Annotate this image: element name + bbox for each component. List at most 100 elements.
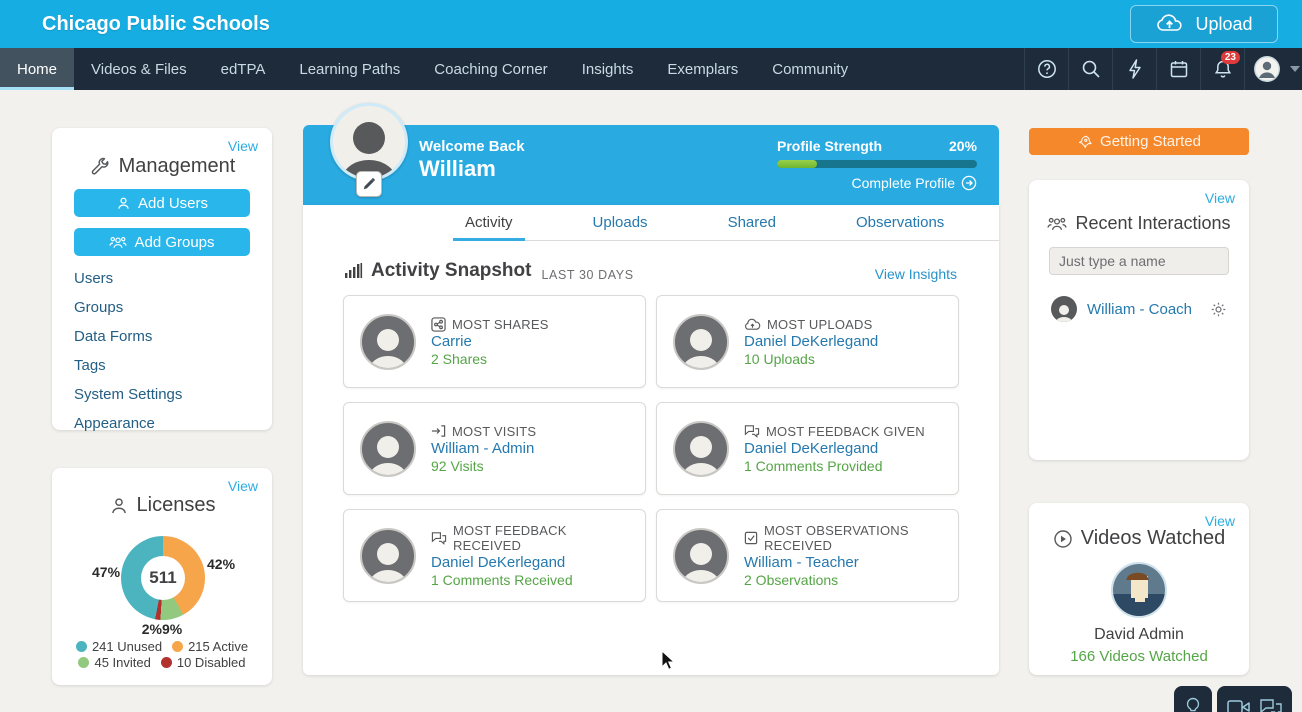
avatar[interactable] (673, 314, 729, 370)
snapshot-card-most-observations: MOST OBSERVATIONS RECEIVED William - Tea… (656, 509, 959, 602)
videos-watched-count: 166 Videos Watched (1029, 648, 1249, 665)
legend-dot-invited (78, 657, 89, 668)
nav-item-exemplars[interactable]: Exemplars (650, 48, 755, 90)
sidebar-item-data-forms[interactable]: Data Forms (74, 328, 272, 345)
person-link[interactable]: William - Coach (1087, 301, 1200, 318)
snapshot-card-most-uploads: MOST UPLOADS Daniel DeKerlegand 10 Uploa… (656, 295, 959, 388)
video-camera-icon (1227, 699, 1251, 712)
nav-icon-bar: 23 (1024, 48, 1288, 90)
user-link[interactable]: Carrie (431, 333, 549, 350)
nav-item-community[interactable]: Community (755, 48, 865, 90)
avatar[interactable] (673, 528, 729, 584)
snapshot-period: LAST 30 DAYS (541, 268, 633, 282)
user-first-name: William (419, 156, 525, 182)
avatar[interactable] (1111, 562, 1167, 618)
legend-dot-active (172, 641, 183, 652)
profile-strength-value: 20% (949, 138, 977, 154)
licenses-total: 511 (149, 568, 176, 588)
gear-icon[interactable] (1210, 301, 1227, 318)
view-insights-link[interactable]: View Insights (875, 266, 957, 282)
nav-item-coaching-corner[interactable]: Coaching Corner (417, 48, 564, 90)
recent-interactions-view-link[interactable]: View (1205, 190, 1235, 206)
snapshot-card-most-visits: MOST VISITS William - Admin 92 Visits (343, 402, 646, 495)
avatar[interactable] (360, 421, 416, 477)
user-link[interactable]: William - Admin (431, 440, 536, 457)
sign-in-icon (431, 424, 446, 438)
person-search-input[interactable] (1049, 247, 1229, 275)
legend-item-unused: 241 Unused (76, 639, 162, 654)
tab-uploads[interactable]: Uploads (581, 205, 660, 240)
person-icon (109, 496, 129, 516)
tips-button[interactable] (1174, 686, 1212, 712)
add-user-icon (116, 196, 131, 211)
add-users-button[interactable]: Add Users (74, 189, 250, 217)
management-heading: Management (52, 155, 272, 178)
search-icon[interactable] (1068, 48, 1112, 90)
upload-button[interactable]: Upload (1130, 5, 1278, 43)
quick-actions-icon[interactable] (1112, 48, 1156, 90)
sidebar-item-system-settings[interactable]: System Settings (74, 386, 272, 403)
wrench-icon (89, 156, 111, 178)
add-groups-button[interactable]: Add Groups (74, 228, 250, 256)
welcome-back-label: Welcome Back (419, 138, 525, 155)
getting-started-button[interactable]: Getting Started (1029, 128, 1249, 155)
tab-observations[interactable]: Observations (844, 205, 956, 240)
welcome-text: Welcome Back William (419, 138, 525, 182)
sidebar-item-tags[interactable]: Tags (74, 357, 272, 374)
sidebar-item-groups[interactable]: Groups (74, 299, 272, 316)
sidebar-item-appearance[interactable]: Appearance (74, 415, 272, 432)
tab-shared[interactable]: Shared (716, 205, 788, 240)
avatar[interactable] (673, 421, 729, 477)
nav-item-insights[interactable]: Insights (565, 48, 651, 90)
profile-strength: Profile Strength 20% Complete Profile (777, 138, 977, 191)
legend-dot-unused (76, 641, 87, 652)
nav-item-learning-paths[interactable]: Learning Paths (282, 48, 417, 90)
dashboard-main-card: Activity Uploads Shared Observations Act… (303, 205, 999, 675)
help-icon[interactable] (1024, 48, 1068, 90)
main-nav: Home Videos & Files edTPA Learning Paths… (0, 48, 1302, 90)
licenses-view-link[interactable]: View (228, 478, 258, 494)
nav-item-home[interactable]: Home (0, 48, 74, 90)
legend-item-invited: 45 Invited (78, 655, 150, 670)
video-chat-button[interactable] (1217, 686, 1292, 712)
user-link[interactable]: Daniel DeKerlegand (744, 333, 878, 350)
videos-watched-view-link[interactable]: View (1205, 513, 1235, 529)
add-group-icon (109, 235, 127, 250)
tab-activity[interactable]: Activity (453, 205, 525, 240)
pencil-icon (362, 177, 376, 191)
user-link[interactable]: Daniel DeKerlegand (431, 554, 629, 571)
avatar[interactable] (1051, 296, 1077, 322)
feedback-icon (431, 531, 447, 545)
nav-item-edtpa[interactable]: edTPA (204, 48, 283, 90)
donut-label-active: 42% (207, 556, 235, 572)
nav-item-videos-files[interactable]: Videos & Files (74, 48, 204, 90)
activity-snapshot-title: Activity Snapshot (345, 260, 531, 282)
lightbulb-icon (1184, 697, 1202, 712)
avatar[interactable] (360, 528, 416, 584)
user-link[interactable]: William - Teacher (744, 554, 942, 571)
management-view-link[interactable]: View (228, 138, 258, 154)
account-caret-icon[interactable] (1290, 66, 1300, 72)
snapshot-card-most-feedback-given: MOST FEEDBACK GIVEN Daniel DeKerlegand 1… (656, 402, 959, 495)
cloud-upload-icon (744, 318, 761, 331)
app-header: Chicago Public Schools Upload (0, 0, 1302, 48)
notifications-icon[interactable]: 23 (1200, 48, 1244, 90)
donut-label-unused: 47% (92, 564, 120, 580)
recent-interactions-card: View Recent Interactions William - Coach (1029, 180, 1249, 460)
licenses-card: View Licenses 511 47% 42% 2%9% 241 Unuse… (52, 468, 272, 685)
edit-avatar-button[interactable] (356, 171, 382, 197)
recent-interactions-heading: Recent Interactions (1029, 213, 1249, 234)
complete-profile-link[interactable]: Complete Profile (777, 175, 977, 191)
user-link[interactable]: Daniel DeKerlegand (744, 440, 925, 457)
share-icon (431, 317, 446, 332)
licenses-donut-chart[interactable]: 511 (121, 536, 205, 620)
bar-chart-icon (345, 263, 363, 279)
calendar-icon[interactable] (1156, 48, 1200, 90)
cloud-upload-icon (1155, 13, 1185, 35)
profile-tabs: Activity Uploads Shared Observations (453, 205, 999, 241)
avatar[interactable] (360, 314, 416, 370)
snapshot-card-most-shares: MOST SHARES Carrie 2 Shares (343, 295, 646, 388)
sidebar-item-users[interactable]: Users (74, 270, 272, 287)
profile-avatar[interactable] (330, 103, 408, 181)
account-icon[interactable] (1244, 48, 1288, 90)
